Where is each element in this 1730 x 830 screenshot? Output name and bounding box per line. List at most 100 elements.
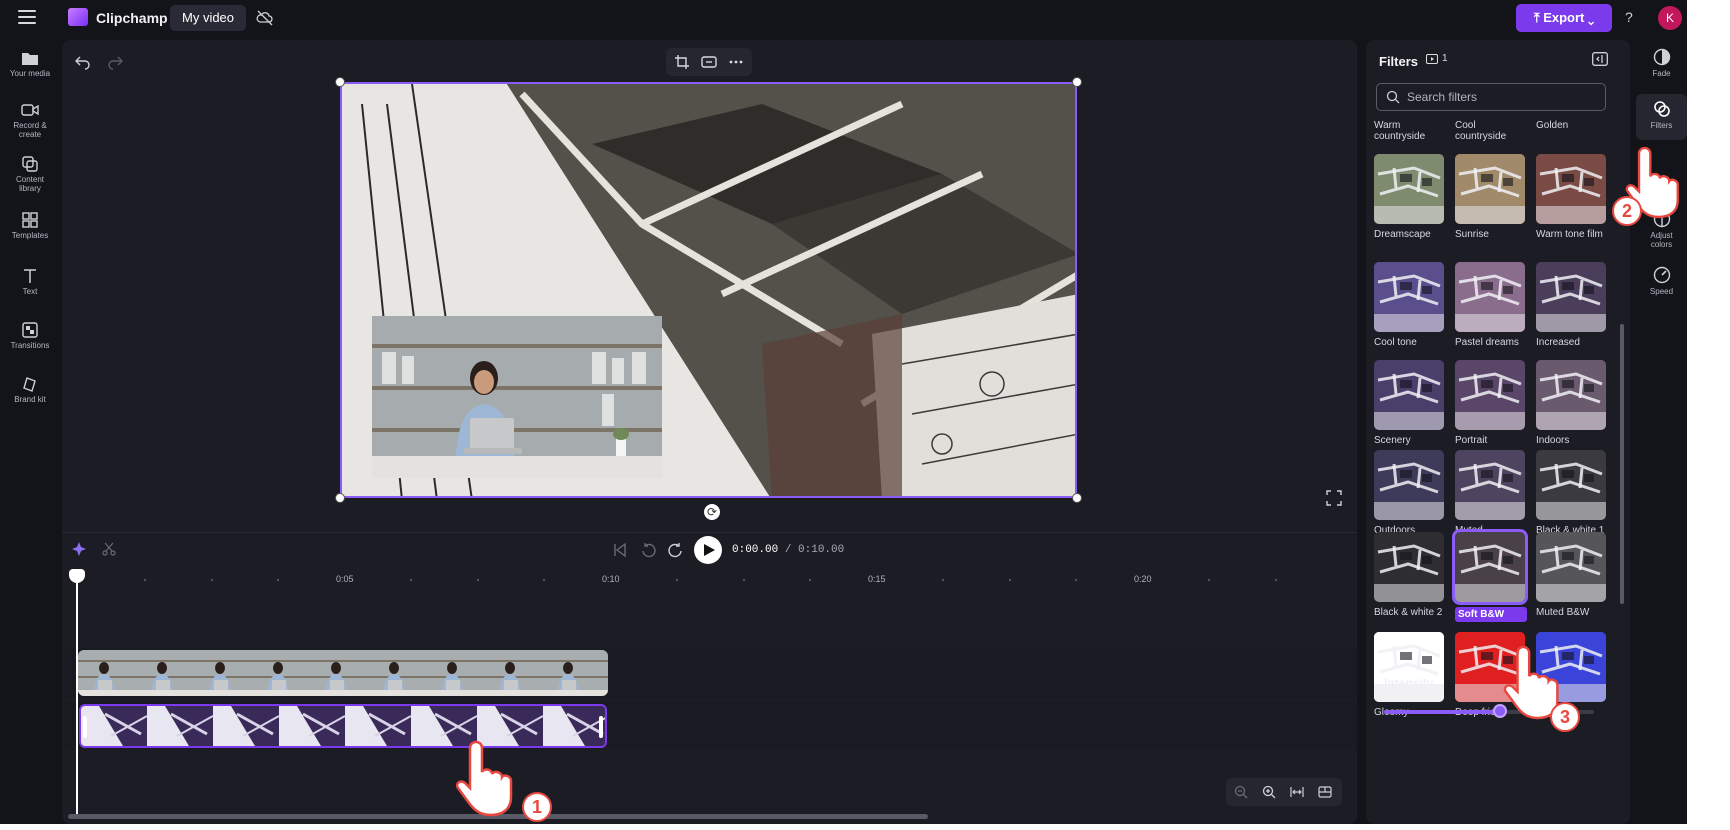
sidebar-item-transitions[interactable]: Transitions bbox=[0, 322, 60, 350]
magic-sparkle-icon[interactable] bbox=[72, 542, 86, 556]
filter-item-indoors[interactable]: Indoors bbox=[1536, 360, 1608, 446]
zoom-out-icon[interactable] bbox=[1234, 785, 1248, 799]
filter-item-muted[interactable]: Muted bbox=[1455, 450, 1527, 536]
sidebar-item-text[interactable]: Text bbox=[0, 268, 60, 296]
skip-to-start-icon[interactable] bbox=[612, 542, 628, 558]
filter-item-portrait[interactable]: Portrait bbox=[1455, 360, 1527, 446]
export-button[interactable]: ⤒ Export ⌄ bbox=[1516, 4, 1612, 32]
filter-item-cool-tone[interactable]: Cool tone bbox=[1374, 262, 1446, 348]
ruler-tick bbox=[410, 579, 412, 581]
sidebar-item-templates[interactable]: Templates bbox=[0, 212, 60, 240]
filter-item-muted-b-w[interactable]: Muted B&W bbox=[1536, 532, 1608, 618]
timeline-scrollbar[interactable] bbox=[68, 814, 928, 819]
sidebar-item-your-media[interactable]: Your media bbox=[0, 50, 60, 78]
timeline-clip-woman-laptop[interactable] bbox=[78, 650, 608, 696]
sidebar-item-brand-kit[interactable]: Brand kit bbox=[0, 376, 60, 404]
filter-item-scenery[interactable]: Scenery bbox=[1374, 360, 1446, 446]
rotate-icon[interactable]: ⟳ bbox=[704, 504, 720, 520]
more-options-icon[interactable] bbox=[728, 54, 744, 70]
export-label: Export bbox=[1543, 10, 1585, 25]
forward-5s-icon[interactable] bbox=[668, 542, 684, 558]
filter-item-warm-countryside[interactable]: Warm countryside bbox=[1374, 120, 1446, 142]
redo-icon[interactable] bbox=[106, 52, 124, 70]
timeline-clip-blueprint[interactable] bbox=[79, 704, 607, 748]
filter-thumbnail bbox=[1455, 262, 1525, 332]
menu-icon[interactable] bbox=[18, 10, 36, 24]
speed-icon bbox=[1653, 266, 1670, 284]
filter-item-soft-b-w[interactable]: Soft B&W bbox=[1452, 529, 1528, 622]
project-name-button[interactable]: My video bbox=[170, 5, 247, 31]
collapse-panel-icon[interactable] bbox=[1592, 52, 1608, 66]
filters-scrollbar[interactable] bbox=[1620, 324, 1624, 604]
camera-icon bbox=[21, 104, 39, 116]
intensity-slider-knob[interactable] bbox=[1492, 704, 1507, 718]
help-icon[interactable]: ? bbox=[1625, 9, 1633, 25]
transitions-icon bbox=[22, 322, 38, 338]
tool-filters[interactable]: Filters bbox=[1636, 94, 1687, 140]
fit-timeline-icon[interactable] bbox=[1290, 785, 1304, 799]
filter-name: Black & white 2 bbox=[1374, 607, 1443, 618]
timeline-view-icon[interactable] bbox=[1318, 785, 1332, 799]
playhead[interactable] bbox=[69, 569, 85, 814]
clip-trim-handle-right[interactable] bbox=[599, 716, 603, 738]
filter-item-dreamscape[interactable]: Dreamscape bbox=[1374, 154, 1446, 240]
filter-item-gloomy[interactable]: Gloomy bbox=[1374, 632, 1446, 718]
tool-fade[interactable]: Fade bbox=[1636, 48, 1687, 78]
rewind-5s-icon[interactable] bbox=[640, 542, 656, 558]
search-filters-input[interactable] bbox=[1376, 83, 1606, 111]
clip-trim-handle-left[interactable] bbox=[83, 716, 87, 738]
clip-thumbnails bbox=[78, 650, 608, 696]
filter-item-outdoors[interactable]: Outdoors bbox=[1374, 450, 1446, 536]
fit-icon[interactable] bbox=[701, 54, 717, 70]
filter-name: Cool countryside bbox=[1455, 120, 1507, 142]
applied-count-value: 1 bbox=[1442, 53, 1448, 64]
filter-item-increased[interactable]: Increased bbox=[1536, 262, 1608, 348]
callout-badge: 2 bbox=[1612, 196, 1642, 226]
tool-adjust-colors[interactable]: Adjust colors bbox=[1636, 210, 1687, 249]
search-icon bbox=[1386, 90, 1400, 104]
crop-icon[interactable] bbox=[674, 54, 690, 70]
overlay-video-woman-laptop[interactable] bbox=[372, 316, 662, 478]
filter-thumbnail bbox=[1536, 532, 1606, 602]
cloud-off-icon[interactable] bbox=[256, 9, 274, 27]
undo-icon[interactable] bbox=[74, 52, 92, 70]
top-bar: Clipchamp My video ⤒ Export ⌄ ? K bbox=[0, 0, 1687, 36]
ruler-tick bbox=[277, 579, 279, 581]
avatar[interactable]: K bbox=[1658, 6, 1682, 30]
sidebar-item-label: Transitions bbox=[10, 341, 50, 350]
filter-item-warm-tone-film[interactable]: Warm tone film bbox=[1536, 154, 1608, 240]
filter-thumbnail bbox=[1374, 532, 1444, 602]
filter-item-golden[interactable]: Golden bbox=[1536, 120, 1608, 131]
resize-handle-top-right[interactable] bbox=[1072, 77, 1082, 87]
filter-item-sunrise[interactable]: Sunrise bbox=[1455, 154, 1527, 240]
filter-name: Golden bbox=[1536, 120, 1569, 131]
filter-item-pastel-dreams[interactable]: Pastel dreams bbox=[1455, 262, 1527, 348]
zoom-controls bbox=[1226, 778, 1342, 806]
resize-handle-bottom-left[interactable] bbox=[335, 493, 345, 503]
filter-item-black-white-1[interactable]: Black & white 1 bbox=[1536, 450, 1608, 536]
split-scissors-icon[interactable] bbox=[102, 542, 116, 556]
filter-name: Indoors bbox=[1536, 435, 1570, 446]
sidebar-item-content-library[interactable]: Content library bbox=[0, 156, 60, 193]
text-icon bbox=[24, 269, 36, 283]
filter-item-cool-countryside[interactable]: Cool countryside bbox=[1455, 120, 1527, 142]
tool-label: Fade bbox=[1652, 69, 1671, 78]
resize-handle-top-left[interactable] bbox=[335, 77, 345, 87]
zoom-in-icon[interactable] bbox=[1262, 785, 1276, 799]
sidebar-item-record-create[interactable]: Record & create bbox=[0, 102, 60, 139]
filter-name: Dreamscape bbox=[1374, 229, 1431, 240]
timeline-ruler[interactable]: 0:05 0:10 0:15 0:20 bbox=[78, 570, 1348, 590]
ruler-tick bbox=[942, 579, 944, 581]
canvas-toolbar bbox=[666, 48, 752, 76]
resize-handle-bottom-right[interactable] bbox=[1072, 493, 1082, 503]
filter-item-deep-fried[interactable]: Deep fried bbox=[1455, 632, 1527, 718]
play-button[interactable] bbox=[694, 536, 722, 564]
filter-item-black-white-2[interactable]: Black & white 2 bbox=[1374, 532, 1446, 618]
fullscreen-icon[interactable] bbox=[1326, 490, 1342, 506]
applied-filter-count: 1 bbox=[1426, 53, 1448, 64]
fade-icon bbox=[1653, 48, 1670, 66]
filters-panel-title: Filters bbox=[1379, 54, 1419, 69]
filter-thumbnail bbox=[1536, 262, 1606, 332]
adjust-colors-icon bbox=[1653, 210, 1670, 228]
tool-speed[interactable]: Speed bbox=[1636, 266, 1687, 296]
